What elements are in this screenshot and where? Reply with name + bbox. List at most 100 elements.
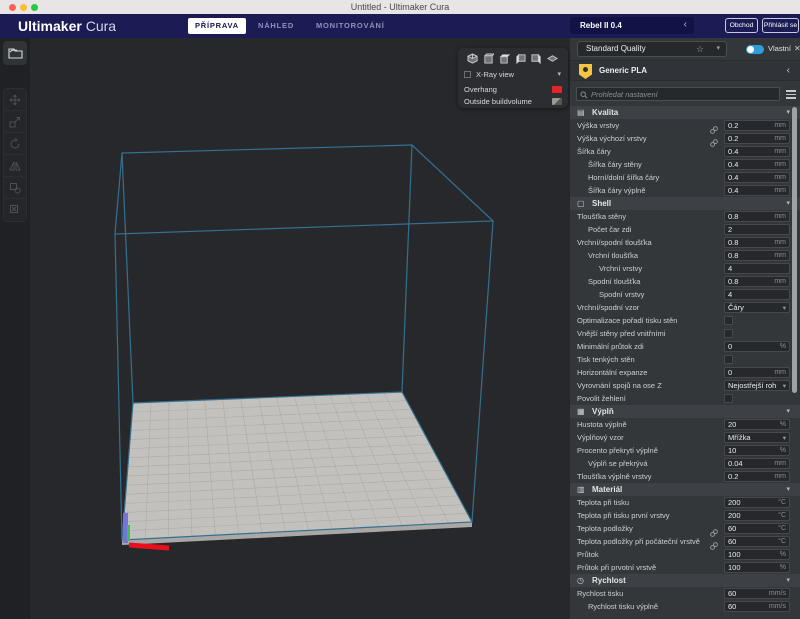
category-header-shell[interactable]: ▢ Shell ▾	[570, 197, 800, 210]
custom-mode-toggle[interactable]	[746, 45, 764, 54]
settings-scrollbar[interactable]	[792, 107, 797, 393]
setting-row: Rychlost tisku 60 mm/s	[570, 587, 800, 600]
category-header-kvalita[interactable]: ▤ Kvalita ▾	[570, 106, 800, 119]
setting-value-field[interactable]: 0.4 mm	[724, 146, 790, 157]
extruder-material-bar[interactable]: Generic PLA ‹	[570, 60, 800, 81]
tool-group	[3, 88, 27, 222]
folder-icon	[8, 47, 23, 59]
view-3d-icon[interactable]	[467, 53, 478, 64]
setting-label: Horizontální expanze	[577, 366, 647, 379]
setting-value-field[interactable]: 2	[724, 224, 790, 235]
setting-row: Šířka čáry stěny 0.4 mm	[570, 158, 800, 171]
tab-preview[interactable]: NÁHLED	[258, 14, 294, 38]
setting-value-field[interactable]: 0 mm	[724, 367, 790, 378]
setting-value-field[interactable]: 0.2 mm	[724, 133, 790, 144]
view-top-icon[interactable]	[499, 53, 510, 64]
search-input[interactable]	[591, 88, 777, 100]
setting-label: Průtok při prvotní vrstvě	[577, 561, 656, 574]
setting-value-field[interactable]: 100 %	[724, 562, 790, 573]
setting-value-field[interactable]: 0.2 mm	[724, 120, 790, 131]
setting-dropdown[interactable]: Mřížka ▾	[724, 432, 790, 443]
support-blocker-button[interactable]	[4, 199, 26, 221]
setting-label: Vrchní vrstvy	[599, 262, 642, 275]
rotate-tool-button[interactable]	[4, 133, 26, 155]
setting-label: Vyrovnání spojů na ose Z	[577, 379, 662, 392]
category-header-rychlost[interactable]: ◷ Rychlost ▾	[570, 574, 800, 587]
setting-value-field[interactable]: 0.04 mm	[724, 458, 790, 469]
support-blocker-icon	[9, 204, 21, 216]
setting-value-field[interactable]: 0.2 mm	[724, 471, 790, 482]
mirror-tool-button[interactable]	[4, 155, 26, 177]
move-tool-button[interactable]	[4, 89, 26, 111]
setting-row: Výplň se překrývá 0.04 mm	[570, 457, 800, 470]
view-front-icon[interactable]	[483, 53, 494, 64]
setting-value-field[interactable]: 0.8 mm	[724, 250, 790, 261]
setting-value-field[interactable]: 0.8 mm	[724, 211, 790, 222]
setting-value-field[interactable]: 60 mm/s	[724, 588, 790, 599]
material-spool-icon	[579, 64, 592, 79]
setting-label: Vrchní/spodní vzor	[577, 301, 639, 314]
setting-row: Horní/dolní šířka čáry 0.4 mm	[570, 171, 800, 184]
setting-row: Průtok 100 %	[570, 548, 800, 561]
logo-cura: Cura	[86, 18, 116, 34]
setting-row: Minimální průtok zdi 0 %	[570, 340, 800, 353]
setting-value-field[interactable]: 4	[724, 289, 790, 300]
setting-value-field[interactable]: 60 °C	[724, 523, 790, 534]
setting-value-field[interactable]: 4	[724, 263, 790, 274]
setting-checkbox[interactable]	[724, 394, 733, 403]
view-left-icon[interactable]	[515, 53, 526, 64]
signin-button[interactable]: Přihlásit se	[762, 18, 799, 33]
cura-window: Untitled - Ultimaker Cura Ultimaker Cura…	[0, 0, 800, 619]
setting-label: Tisk tenkých stěn	[577, 353, 635, 366]
setting-label: Teplota při tisku	[577, 496, 629, 509]
chevron-down-icon: ▾	[786, 483, 790, 496]
profile-dropdown[interactable]: Standard Quality ☆ ▾	[577, 41, 727, 57]
setting-value-field[interactable]: 0.4 mm	[724, 159, 790, 170]
setting-value-field[interactable]: 20 %	[724, 419, 790, 430]
setting-row: Vyrovnání spojů na ose Z Nejostřejší roh…	[570, 379, 800, 392]
category-header-výplň[interactable]: ▦ Výplň ▾	[570, 405, 800, 418]
setting-value-field[interactable]: 0.4 mm	[724, 185, 790, 196]
tab-monitor[interactable]: MONITOROVÁNÍ	[316, 14, 385, 38]
setting-value-field[interactable]: 10 %	[724, 445, 790, 456]
setting-label: Kvalita	[592, 106, 618, 119]
settings-visibility-menu-icon[interactable]	[786, 90, 796, 101]
color-scheme-dropdown[interactable]: X-Ray view ▾	[458, 69, 568, 81]
setting-checkbox[interactable]	[724, 329, 733, 338]
setting-value-field[interactable]: 200 °C	[724, 497, 790, 508]
setting-checkbox[interactable]	[724, 355, 733, 364]
setting-checkbox[interactable]	[724, 316, 733, 325]
scale-tool-button[interactable]	[4, 111, 26, 133]
setting-value-field[interactable]: 100 %	[724, 549, 790, 560]
legend-overhang-label: Overhang	[464, 84, 497, 95]
setting-value-field[interactable]: 200 °C	[724, 510, 790, 521]
setting-value-field[interactable]: 0.4 mm	[724, 172, 790, 183]
view-right-icon[interactable]	[531, 53, 542, 64]
printer-selector[interactable]: Rebel II 0.4 ‹	[570, 17, 694, 34]
setting-value-field[interactable]: 60 mm/s	[724, 601, 790, 612]
setting-dropdown[interactable]: Čáry ▾	[724, 302, 790, 313]
setting-value-field[interactable]: 0.8 mm	[724, 237, 790, 248]
setting-row: Průtok při prvotní vrstvě 100 %	[570, 561, 800, 574]
view-bottom-icon[interactable]	[547, 53, 558, 64]
setting-value-field[interactable]: 0 %	[724, 341, 790, 352]
scheme-swatch-icon	[464, 71, 471, 78]
setting-dropdown[interactable]: Nejostřejší roh ▾	[724, 380, 790, 391]
setting-row: Povolit žehlení	[570, 392, 800, 405]
category-header-materiál[interactable]: ▥ Materiál ▾	[570, 483, 800, 496]
close-panel-icon[interactable]: ✕	[794, 38, 800, 60]
tab-prepare[interactable]: PŘÍPRAVA	[188, 18, 246, 34]
per-model-settings-button[interactable]	[4, 177, 26, 199]
setting-label: Horní/dolní šířka čáry	[588, 171, 659, 184]
setting-value-field[interactable]: 0.8 mm	[724, 276, 790, 287]
scale-icon	[9, 116, 21, 128]
setting-row: Rychlost tisku výplně 60 mm/s	[570, 600, 800, 613]
setting-label: Teplota podložky při počáteční vrstvě	[577, 535, 700, 548]
3d-viewport[interactable]	[30, 38, 570, 619]
setting-row: Vrchní/spodní vzor Čáry ▾	[570, 301, 800, 314]
settings-search[interactable]	[576, 87, 780, 101]
setting-row: Počet čar zdi 2	[570, 223, 800, 236]
marketplace-button[interactable]: Obchod	[725, 18, 758, 33]
setting-value-field[interactable]: 60 °C	[724, 536, 790, 547]
open-file-button[interactable]	[3, 41, 27, 65]
